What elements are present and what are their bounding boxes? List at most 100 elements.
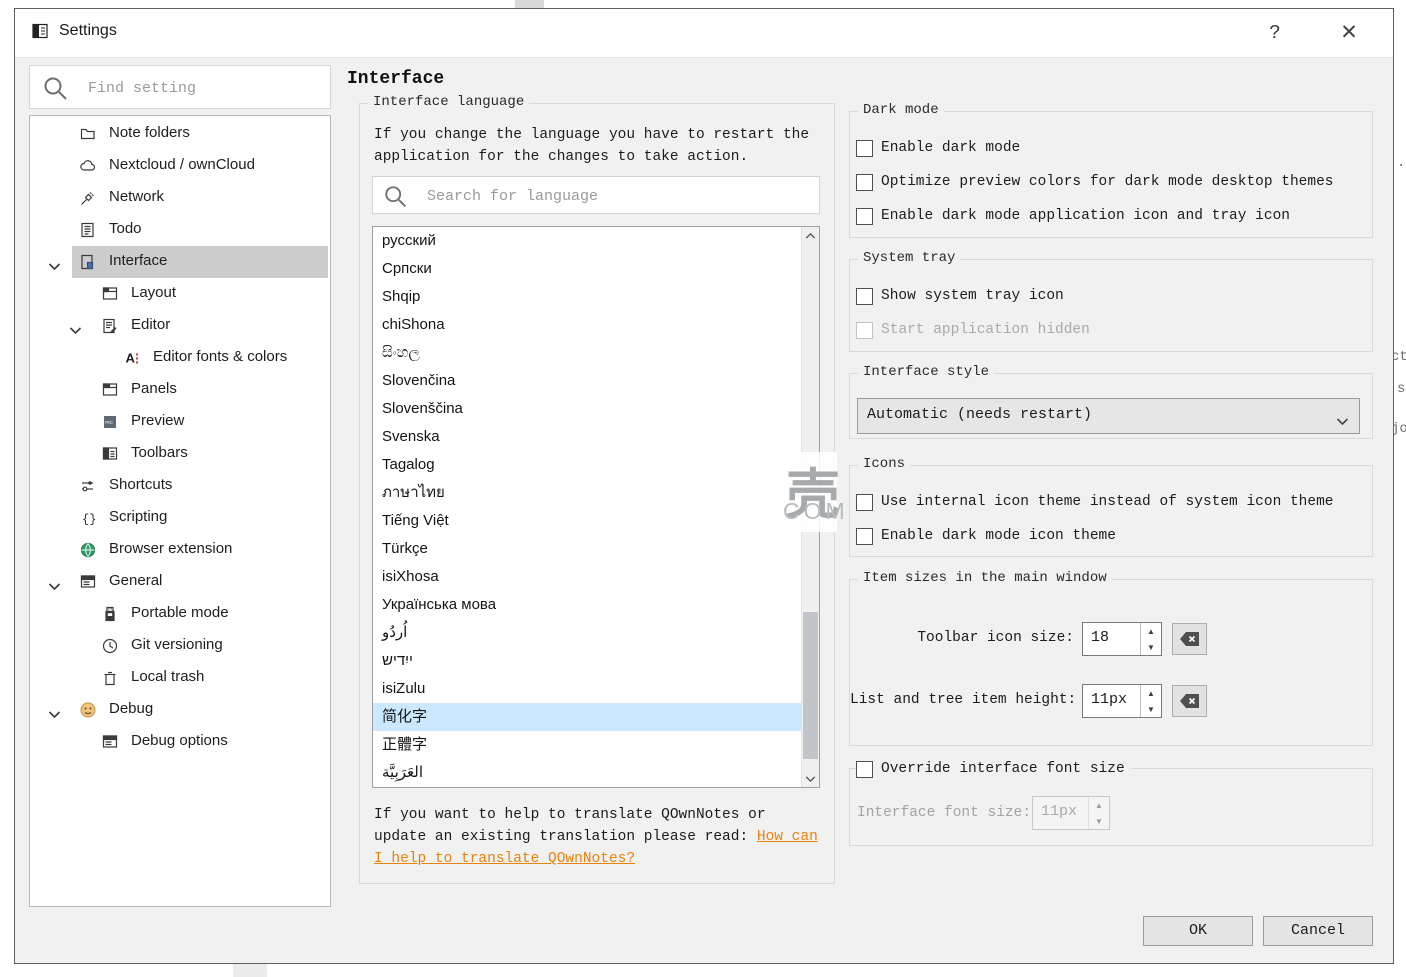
clear-item-height-button[interactable]	[1172, 685, 1207, 717]
preview-icon: PIC	[101, 413, 119, 436]
ok-button[interactable]: OK	[1143, 916, 1253, 946]
language-item-[interactable]: ייִדיש	[373, 647, 819, 675]
sidebar-item-debug[interactable]: Debug	[30, 694, 330, 726]
toolbar-icon-size-label: Toolbar icon size:	[850, 630, 1074, 646]
sidebar-item-nextcloud-owncloud[interactable]: Nextcloud / ownCloud	[30, 150, 330, 182]
language-item-[interactable]: русский	[373, 227, 819, 255]
item-sizes-group: Item sizes in the main window Toolbar ic…	[849, 579, 1373, 746]
item-height-spinner[interactable]: ▲▼	[1082, 684, 1162, 718]
translate-text: If you want to help to translate QOwnNot…	[374, 807, 766, 823]
sidebar-item-layout[interactable]: Layout	[30, 278, 330, 310]
checkbox-box[interactable]	[856, 140, 873, 157]
scroll-up-icon[interactable]	[802, 227, 819, 244]
interface-font-size-input	[1039, 802, 1087, 821]
help-button[interactable]: ?	[1253, 17, 1297, 49]
sidebar-item-note-folders[interactable]: Note folders	[30, 118, 330, 150]
language-item-shqip[interactable]: Shqip	[373, 283, 819, 311]
sidebar-item-panels[interactable]: Panels	[30, 374, 330, 406]
checkbox-box[interactable]	[856, 208, 873, 225]
scrollbar-thumb[interactable]	[803, 612, 818, 759]
sidebar-item-git-versioning[interactable]: Git versioning	[30, 630, 330, 662]
item-height-input[interactable]	[1089, 690, 1137, 709]
checkbox-box[interactable]	[856, 528, 873, 545]
sidebar-item-label: Editor	[131, 316, 170, 333]
sidebar-item-debug-options[interactable]: Debug options	[30, 726, 330, 758]
language-item-t-rk-e[interactable]: Türkçe	[373, 535, 819, 563]
language-item-[interactable]: اُردُو	[373, 619, 819, 647]
chevron-down-icon[interactable]	[48, 578, 61, 596]
background-text-fragment: s	[1397, 381, 1405, 397]
toolbar-icon-size-input[interactable]	[1089, 628, 1137, 647]
checkbox-enable-dark-mode-icon-theme[interactable]: Enable dark mode icon theme	[856, 524, 1116, 548]
system-tray-group: System tray Show system tray iconStart a…	[849, 259, 1373, 352]
restart-note: If you change the language you have to r…	[374, 124, 809, 168]
general-icon	[101, 733, 119, 756]
dark-mode-group: Dark mode Enable dark modeOptimize previ…	[849, 111, 1373, 238]
titlebar[interactable]: Settings ? ✕	[15, 9, 1393, 58]
checkbox-box[interactable]	[856, 761, 873, 778]
group-title: Interface style	[858, 364, 994, 380]
font-override-group: Override interface font size Interface f…	[849, 768, 1373, 846]
toolbar-icon-size-spinner[interactable]: ▲▼	[1082, 622, 1162, 656]
sidebar-item-local-trash[interactable]: Local trash	[30, 662, 330, 694]
sidebar-item-preview[interactable]: PIC Preview	[30, 406, 330, 438]
scripting-icon: {}	[79, 509, 97, 532]
language-item-[interactable]: සිංහල	[373, 339, 819, 367]
spin-up-icon[interactable]: ▲	[1141, 685, 1161, 701]
checkbox-enable-dark-mode[interactable]: Enable dark mode	[856, 136, 1020, 160]
network-icon	[79, 189, 97, 212]
sidebar-item-browser-extension[interactable]: Browser extension	[30, 534, 330, 566]
spin-down-icon[interactable]: ▼	[1141, 639, 1161, 655]
watermark-text: COM	[783, 498, 849, 525]
spin-up-icon[interactable]: ▲	[1141, 623, 1161, 639]
sidebar-item-label: Nextcloud / ownCloud	[109, 156, 255, 173]
sidebar-item-editor-fonts-colors[interactable]: AEditor fonts & colors	[30, 342, 330, 374]
language-item-sloven-ina[interactable]: Slovenščina	[373, 395, 819, 423]
checkbox-box[interactable]	[856, 288, 873, 305]
sidebar-item-label: Preview	[131, 412, 184, 429]
clear-toolbar-icon-size-button[interactable]	[1172, 623, 1207, 655]
language-item-chishona[interactable]: chiShona	[373, 311, 819, 339]
sidebar-item-interface[interactable]: Interface	[30, 246, 330, 278]
chevron-down-icon[interactable]	[48, 706, 61, 724]
editor-icon	[101, 317, 119, 340]
spin-down-icon[interactable]: ▼	[1141, 701, 1161, 717]
checkbox-optimize-preview-colors-for-dark-mode-desktop-themes[interactable]: Optimize preview colors for dark mode de…	[856, 170, 1333, 194]
sidebar-item-scripting[interactable]: {}Scripting	[30, 502, 330, 534]
sidebar-item-editor[interactable]: Editor	[30, 310, 330, 342]
sidebar-item-todo[interactable]: Todo	[30, 214, 330, 246]
chevron-down-icon[interactable]	[69, 322, 82, 340]
sidebar-item-shortcuts[interactable]: Shortcuts	[30, 470, 330, 502]
checkbox-box[interactable]	[856, 174, 873, 191]
language-item-[interactable]: Српски	[373, 255, 819, 283]
language-item-[interactable]: 正體字	[373, 731, 819, 759]
sidebar-item-toolbars[interactable]: Toolbars	[30, 438, 330, 470]
checkbox-override-interface-font-size[interactable]: Override interface font size	[856, 757, 1131, 781]
translate-link[interactable]: I help to translate QOwnNotes?	[374, 851, 635, 867]
trash-icon	[101, 669, 119, 692]
close-button[interactable]: ✕	[1327, 17, 1371, 49]
checkbox-show-system-tray-icon[interactable]: Show system tray icon	[856, 284, 1064, 308]
chevron-down-icon[interactable]	[48, 258, 61, 276]
checkbox-use-internal-icon-theme-instead-of-system-icon-theme[interactable]: Use internal icon theme instead of syste…	[856, 490, 1333, 514]
checkbox-enable-dark-mode-application-icon-and-tray-icon[interactable]: Enable dark mode application icon and tr…	[856, 204, 1290, 228]
interface-style-dropdown[interactable]: Automatic (needs restart)	[857, 398, 1360, 434]
translate-link[interactable]: How can	[757, 829, 818, 845]
language-item-isixhosa[interactable]: isiXhosa	[373, 563, 819, 591]
sidebar-item-portable-mode[interactable]: Portable mode	[30, 598, 330, 630]
sidebar-item-network[interactable]: Network	[30, 182, 330, 214]
scroll-down-icon[interactable]	[802, 770, 819, 787]
language-item-isizulu[interactable]: isiZulu	[373, 675, 819, 703]
cancel-button[interactable]: Cancel	[1263, 916, 1373, 946]
language-item-[interactable]: Українська мова	[373, 591, 819, 619]
language-item-[interactable]: العَرَبِيَّة	[373, 759, 819, 787]
language-item-sloven-ina[interactable]: Slovenčina	[373, 367, 819, 395]
checkbox-box[interactable]	[856, 494, 873, 511]
language-search-input[interactable]	[425, 183, 749, 209]
cloud-icon	[79, 157, 97, 180]
language-item-svenska[interactable]: Svenska	[373, 423, 819, 451]
sidebar-item-general[interactable]: General	[30, 566, 330, 598]
search-input[interactable]	[86, 74, 320, 102]
interface-font-size-label: Interface font size:	[857, 805, 1047, 821]
language-item-[interactable]: 简化字	[373, 703, 819, 731]
